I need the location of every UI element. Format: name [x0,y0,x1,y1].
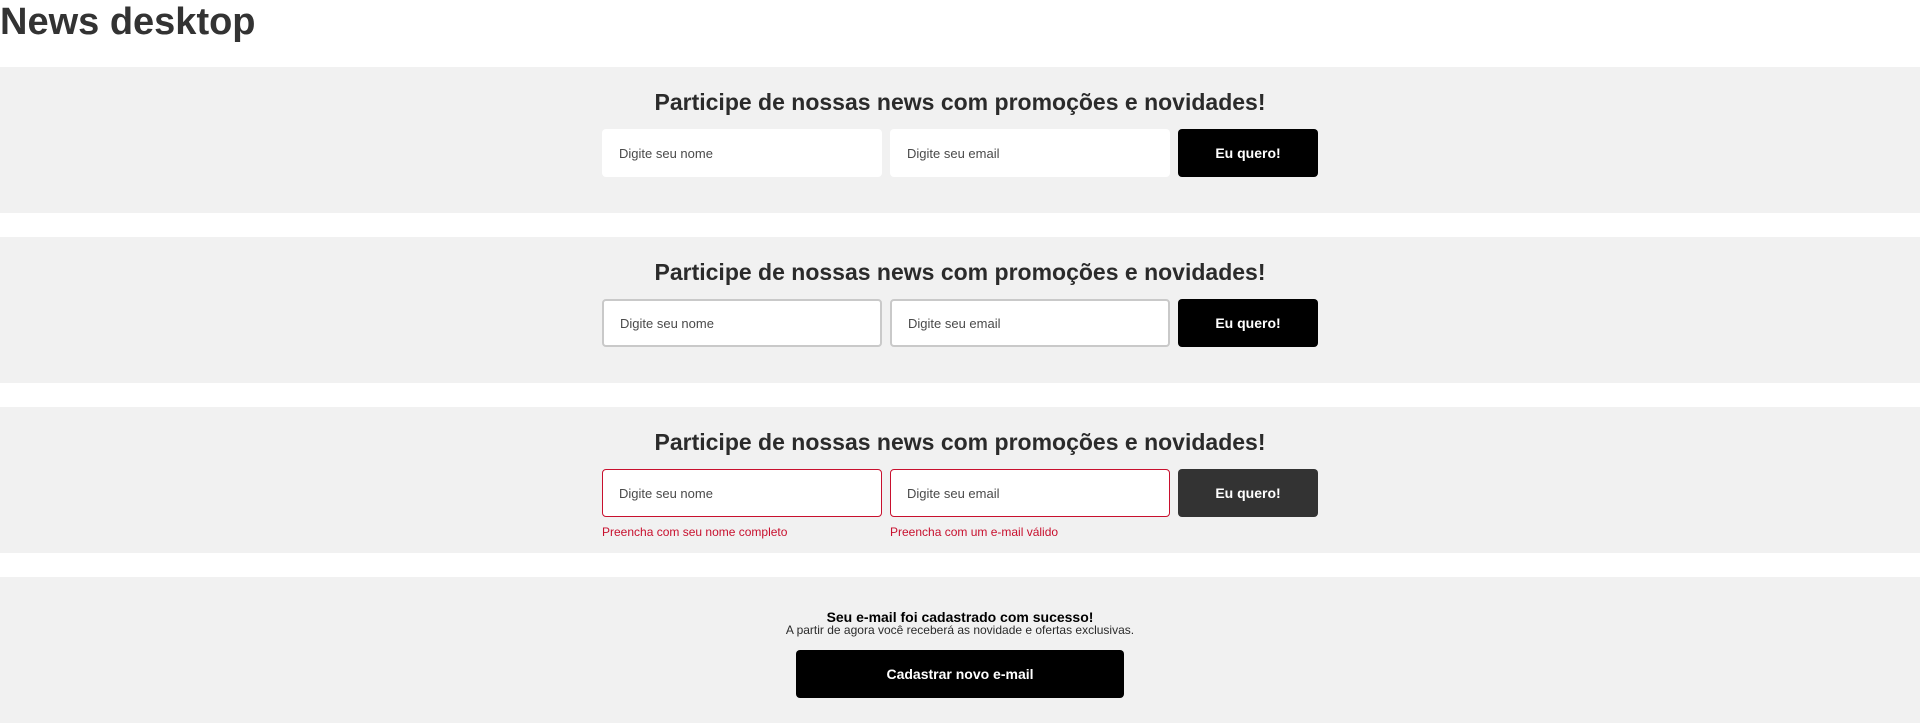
subscribe-button[interactable]: Eu quero! [1178,469,1318,517]
name-error-message: Preencha com seu nome completo [602,525,788,539]
page-title: News desktop [0,1,256,43]
subscribe-button[interactable]: Eu quero! [1178,129,1318,177]
success-subtitle: A partir de agora você receberá as novid… [785,623,1135,637]
name-input[interactable] [602,469,882,517]
email-input[interactable] [890,299,1170,347]
register-new-email-button[interactable]: Cadastrar novo e-mail [796,650,1124,698]
newsletter-heading: Participe de nossas news com promoções e… [654,259,1266,285]
newsletter-default: Participe de nossas news com promoções e… [0,67,1920,213]
name-input[interactable] [602,129,882,177]
email-error-message: Preencha com um e-mail válido [890,525,1059,539]
newsletter-error: Participe de nossas news com promoções e… [0,407,1920,553]
email-input[interactable] [890,469,1170,517]
newsletter-focus: Participe de nossas news com promoções e… [0,237,1920,383]
name-input[interactable] [602,299,882,347]
newsletter-success: Seu e-mail foi cadastrado com sucesso! A… [0,577,1920,723]
subscribe-button[interactable]: Eu quero! [1178,299,1318,347]
newsletter-heading: Participe de nossas news com promoções e… [654,429,1266,455]
email-input[interactable] [890,129,1170,177]
newsletter-heading: Participe de nossas news com promoções e… [654,89,1266,115]
